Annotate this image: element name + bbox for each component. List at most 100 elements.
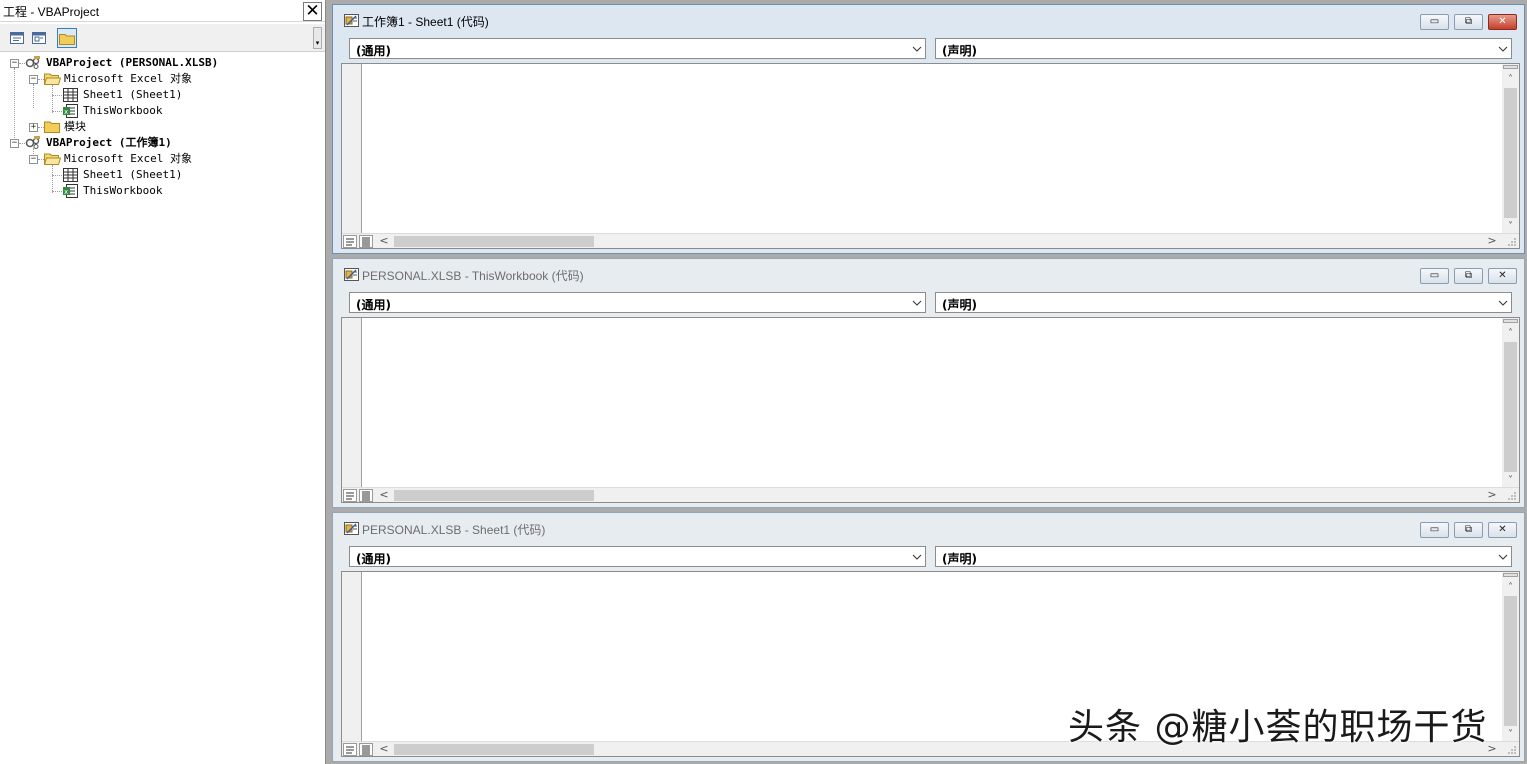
code-window-workbook1-sheet1[interactable]: 工作簿1 - Sheet1 (代码) ▭ ⧉ ✕ (通用) (声明) ˄ ˅ <…	[332, 4, 1525, 254]
minimize-button[interactable]: ▭	[1420, 14, 1449, 30]
code-window-titlebar[interactable]: PERSONAL.XLSB - Sheet1 (代码) ▭ ⧉ ✕	[333, 513, 1524, 541]
horizontal-scrollbar[interactable]: < >	[342, 487, 1519, 502]
close-icon: ✕	[1498, 16, 1507, 27]
margin-indicator-bar[interactable]	[342, 318, 362, 489]
resize-grip-icon[interactable]	[1507, 745, 1517, 755]
vertical-scrollbar[interactable]: ˄ ˅	[1502, 572, 1519, 743]
tree-node-vbaproject-personal[interactable]: − VBAProject (PERSONAL.XLSB)	[0, 55, 325, 71]
scroll-thumb[interactable]	[1504, 88, 1517, 218]
close-button[interactable]: ✕	[1488, 14, 1517, 30]
split-bar[interactable]	[1503, 319, 1518, 323]
tree-node-label: Sheet1 (Sheet1)	[83, 88, 183, 101]
object-combo[interactable]: (通用)	[349, 38, 926, 59]
procedure-view-icon[interactable]	[343, 235, 357, 248]
tree-node-label: Sheet1 (Sheet1)	[83, 168, 183, 181]
minimize-icon: ▭	[1429, 270, 1440, 281]
tree-node-excel-objects[interactable]: − Microsoft Excel 对象	[0, 71, 325, 87]
tree-node-label: Microsoft Excel 对象	[64, 72, 192, 85]
object-combo-value: (通用)	[356, 552, 391, 566]
tree-node-label: VBAProject (PERSONAL.XLSB)	[46, 56, 219, 69]
resize-grip-icon[interactable]	[1507, 491, 1517, 501]
restore-button[interactable]: ⧉	[1454, 268, 1483, 284]
watermark-text: 头条 @糖小荟的职场干货	[1068, 707, 1488, 748]
restore-button[interactable]: ⧉	[1454, 522, 1483, 538]
collapse-icon[interactable]: −	[10, 139, 19, 148]
close-button[interactable]: ✕	[1488, 522, 1517, 538]
full-module-view-icon[interactable]	[359, 235, 373, 248]
scroll-thumb[interactable]	[1504, 342, 1517, 472]
scroll-up-icon[interactable]: ˄	[1502, 326, 1519, 342]
minimize-button[interactable]: ▭	[1420, 522, 1449, 538]
view-object-icon[interactable]	[29, 28, 49, 48]
code-editor[interactable]: ˄ ˅ < >	[341, 63, 1520, 249]
collapse-icon[interactable]: −	[29, 75, 38, 84]
procedure-combo[interactable]: (声明)	[935, 38, 1512, 59]
tree-node-label: Microsoft Excel 对象	[64, 152, 192, 165]
margin-indicator-bar[interactable]	[342, 572, 362, 743]
chevron-down-icon	[912, 300, 922, 306]
procedure-view-icon[interactable]	[343, 743, 357, 756]
tree-node-excel-objects[interactable]: − Microsoft Excel 对象	[0, 151, 325, 167]
code-editor[interactable]: ˄ ˅ < >	[341, 317, 1520, 503]
scroll-thumb[interactable]	[394, 490, 594, 501]
close-icon: ✕	[1498, 524, 1507, 535]
procedure-combo[interactable]: (声明)	[935, 292, 1512, 313]
tree-node-vbaproject-workbook1[interactable]: − VBAProject (工作簿1)	[0, 135, 325, 151]
procedure-view-icon[interactable]	[343, 489, 357, 502]
split-bar[interactable]	[1503, 65, 1518, 69]
expand-icon[interactable]: +	[29, 123, 38, 132]
close-button[interactable]: ✕	[1488, 268, 1517, 284]
restore-icon: ⧉	[1464, 524, 1473, 535]
tree-node-thisworkbook[interactable]: x ThisWorkbook	[0, 183, 325, 199]
close-icon[interactable]: ✕	[303, 2, 322, 21]
scroll-thumb[interactable]	[1504, 596, 1517, 726]
restore-button[interactable]: ⧉	[1454, 14, 1483, 30]
scroll-up-icon[interactable]: ˄	[1502, 72, 1519, 88]
code-window-icon	[344, 268, 359, 284]
horizontal-scrollbar[interactable]: < >	[342, 233, 1519, 248]
vertical-scrollbar[interactable]: ˄ ˅	[1502, 318, 1519, 489]
toggle-folders-icon[interactable]	[57, 28, 77, 48]
scroll-left-icon[interactable]: <	[377, 742, 391, 756]
margin-indicator-bar[interactable]	[342, 64, 362, 235]
scroll-left-icon[interactable]: <	[377, 488, 391, 502]
tree-node-sheet1[interactable]: Sheet1 (Sheet1)	[0, 167, 325, 183]
collapse-icon[interactable]: −	[29, 155, 38, 164]
minimize-button[interactable]: ▭	[1420, 268, 1449, 284]
object-combo-value: (通用)	[356, 44, 391, 58]
workbook-icon: x	[63, 184, 78, 203]
vertical-scrollbar[interactable]: ˄ ˅	[1502, 64, 1519, 235]
project-explorer-toolbar: ▾	[0, 24, 325, 52]
tree-node-modules[interactable]: + 模块	[0, 119, 325, 135]
svg-text:x: x	[64, 188, 68, 196]
tree-node-label: ThisWorkbook	[83, 104, 163, 117]
tree-node-label: ThisWorkbook	[83, 184, 163, 197]
scroll-right-icon[interactable]: >	[1485, 234, 1499, 248]
svg-text:x: x	[64, 108, 68, 116]
view-code-icon[interactable]	[7, 28, 27, 48]
split-bar[interactable]	[1503, 573, 1518, 577]
scroll-thumb[interactable]	[394, 236, 594, 247]
code-window-titlebar[interactable]: PERSONAL.XLSB - ThisWorkbook (代码) ▭ ⧉ ✕	[333, 259, 1524, 287]
scroll-thumb[interactable]	[394, 744, 594, 755]
full-module-view-icon[interactable]	[359, 489, 373, 502]
procedure-combo[interactable]: (声明)	[935, 546, 1512, 567]
tree-node-label: 模块	[64, 120, 86, 133]
code-window-titlebar[interactable]: 工作簿1 - Sheet1 (代码) ▭ ⧉ ✕	[333, 5, 1524, 33]
chevron-down-icon	[1498, 554, 1508, 560]
object-combo[interactable]: (通用)	[349, 292, 926, 313]
mdi-workspace: 工作簿1 - Sheet1 (代码) ▭ ⧉ ✕ (通用) (声明) ˄ ˅ <…	[330, 0, 1527, 764]
object-combo[interactable]: (通用)	[349, 546, 926, 567]
toolbar-overflow-icon[interactable]: ▾	[313, 27, 322, 49]
full-module-view-icon[interactable]	[359, 743, 373, 756]
collapse-icon[interactable]: −	[10, 59, 19, 68]
procedure-combo-value: (声明)	[942, 552, 977, 566]
code-window-icon	[344, 522, 359, 538]
scroll-left-icon[interactable]: <	[377, 234, 391, 248]
tree-node-sheet1[interactable]: Sheet1 (Sheet1)	[0, 87, 325, 103]
tree-node-thisworkbook[interactable]: x ThisWorkbook	[0, 103, 325, 119]
resize-grip-icon[interactable]	[1507, 237, 1517, 247]
code-window-personal-thisworkbook[interactable]: PERSONAL.XLSB - ThisWorkbook (代码) ▭ ⧉ ✕ …	[332, 258, 1525, 508]
scroll-up-icon[interactable]: ˄	[1502, 580, 1519, 596]
scroll-right-icon[interactable]: >	[1485, 488, 1499, 502]
